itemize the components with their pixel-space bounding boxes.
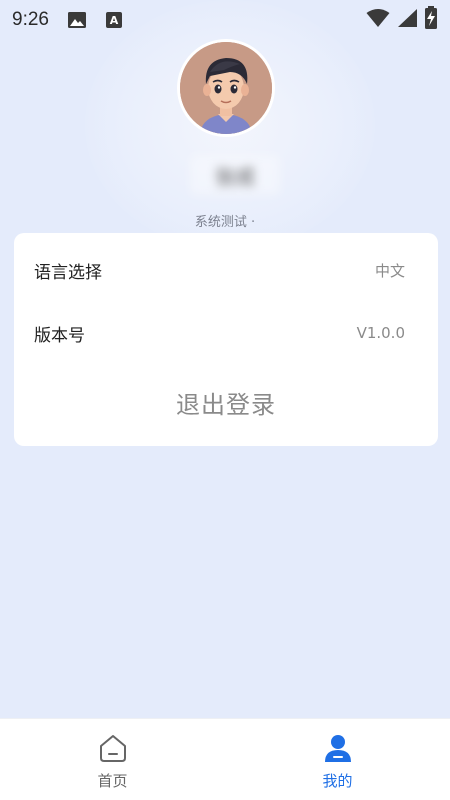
tab-home[interactable]: 首页 xyxy=(0,719,225,800)
status-bar: 9:26 A xyxy=(0,0,450,40)
signal-icon xyxy=(396,8,418,32)
tab-home-label: 首页 xyxy=(97,772,128,790)
wifi-icon xyxy=(366,8,390,32)
avatar[interactable] xyxy=(177,39,275,137)
version-row: 版本号 V1.0.0 xyxy=(34,318,405,348)
tab-mine[interactable]: 我的 xyxy=(225,719,450,800)
user-subtitle: 系统测试 · xyxy=(194,215,256,230)
logout-button[interactable]: 退出登录 xyxy=(14,385,438,420)
image-icon xyxy=(67,11,87,29)
home-icon xyxy=(98,733,128,763)
font-icon: A xyxy=(105,11,123,29)
tab-mine-label: 我的 xyxy=(322,772,353,790)
language-setting-label: 语言选择 xyxy=(34,262,102,283)
status-time: 9:26 xyxy=(12,9,49,30)
svg-text:A: A xyxy=(110,14,119,27)
username: 张成 xyxy=(190,155,280,195)
battery-charging-icon xyxy=(424,6,438,34)
language-setting-value: 中文 xyxy=(374,261,405,280)
bottom-tab-bar: 首页 我的 xyxy=(0,718,450,800)
version-value: V1.0.0 xyxy=(356,324,405,342)
settings-card: 语言选择 中文 版本号 V1.0.0 退出登录 xyxy=(14,233,438,446)
user-icon xyxy=(323,733,353,763)
version-label: 版本号 xyxy=(34,325,85,346)
language-setting-row[interactable]: 语言选择 中文 xyxy=(34,255,405,285)
avatar-image xyxy=(180,42,272,134)
